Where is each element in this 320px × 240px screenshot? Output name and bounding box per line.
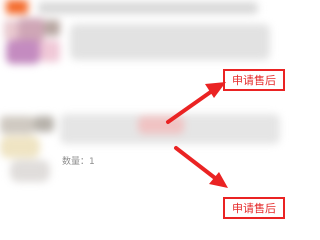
arrow-to-button-2-icon: [174, 146, 228, 188]
annotation-arrows: [166, 82, 228, 188]
order-list: 数量：1 申请售后 申请售后: [0, 0, 296, 240]
arrow-to-button-1-icon: [166, 82, 226, 124]
